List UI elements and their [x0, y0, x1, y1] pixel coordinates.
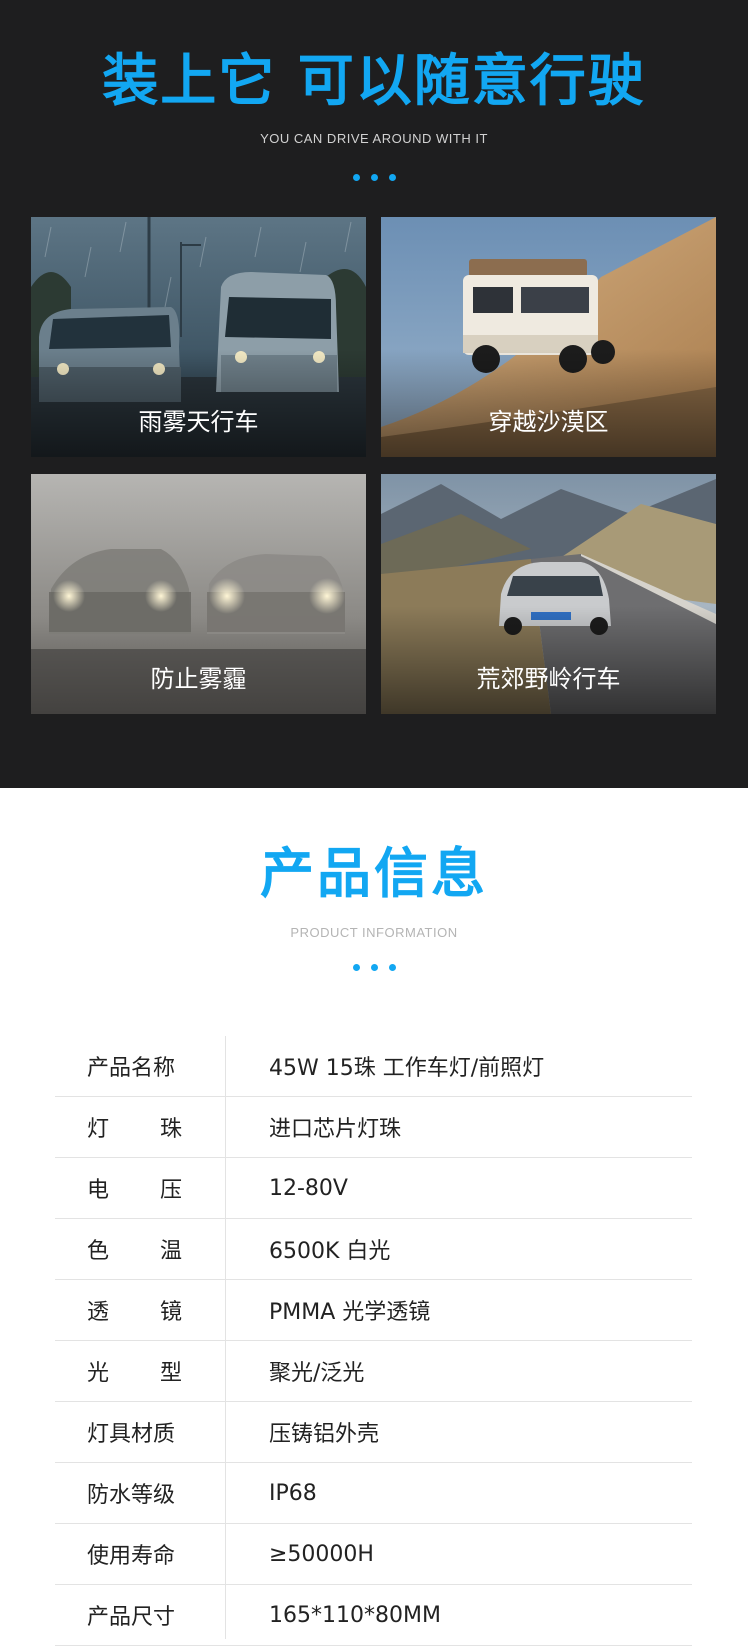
spec-key-text: 使用寿命	[87, 1544, 176, 1569]
scene-card-desert: 穿越沙漠区	[381, 217, 716, 457]
spec-key-char: 色	[87, 1239, 110, 1264]
spec-value: 进口芯片灯珠	[269, 1117, 402, 1142]
spec-row: 透镜 PMMA 光学透镜	[55, 1280, 692, 1341]
spec-key-char: 温	[159, 1239, 182, 1264]
spec-key-text: 产品名称	[87, 1056, 176, 1081]
spec-key-text: 产品尺寸	[87, 1605, 176, 1630]
spec-key-text: 灯具材质	[87, 1422, 176, 1447]
product-info-title: 产品信息	[260, 842, 488, 905]
spec-row: 色温 6500K 白光	[55, 1219, 692, 1280]
spec-key: 产品尺寸	[87, 1585, 182, 1645]
dot	[388, 964, 396, 971]
spec-key: 色温	[87, 1219, 182, 1279]
spec-value: 聚光/泛光	[269, 1361, 365, 1386]
product-info-subtitle: PRODUCT INFORMATION	[290, 925, 458, 940]
decorative-dots	[0, 964, 748, 971]
scene-label: 荒郊野岭行车	[476, 665, 621, 693]
spec-key-text: 防水等级	[87, 1483, 176, 1508]
scenarios-section: 装上它 可以随意行驶 YOU CAN DRIVE AROUND WITH IT	[0, 0, 748, 788]
spec-value: 6500K 白光	[269, 1239, 391, 1264]
dot	[352, 964, 360, 971]
spec-key: 灯珠	[87, 1097, 182, 1157]
spec-row: 产品尺寸 165*110*80MM	[55, 1585, 692, 1646]
spec-key: 电压	[87, 1158, 182, 1218]
dot	[370, 964, 378, 971]
dot	[370, 174, 378, 181]
decorative-dots	[0, 174, 748, 181]
spec-table: 产品名称 45W 15珠 工作车灯/前照灯 灯珠 进口芯片灯珠 电压 12-80…	[55, 1036, 692, 1646]
spec-row: 防水等级 IP68	[55, 1463, 692, 1524]
scene-card-mountain-road: 荒郊野岭行车	[381, 474, 716, 714]
spec-value: 45W 15珠 工作车灯/前照灯	[269, 1056, 545, 1081]
spec-row: 电压 12-80V	[55, 1158, 692, 1219]
spec-key-char: 灯	[87, 1117, 110, 1142]
spec-value: 12-80V	[269, 1175, 348, 1201]
spec-row: 光型 聚光/泛光	[55, 1341, 692, 1402]
spec-key-char: 光	[87, 1361, 110, 1386]
spec-key: 防水等级	[87, 1463, 182, 1523]
spec-key: 产品名称	[87, 1036, 182, 1096]
spec-key: 灯具材质	[87, 1402, 182, 1462]
spec-value: 压铸铝外壳	[269, 1422, 380, 1447]
spec-key-char: 型	[159, 1361, 182, 1386]
spec-key-char: 透	[87, 1300, 110, 1325]
spec-key-char: 镜	[159, 1300, 182, 1325]
scenarios-title: 装上它 可以随意行驶	[102, 49, 646, 114]
spec-row: 产品名称 45W 15珠 工作车灯/前照灯	[55, 1036, 692, 1097]
spec-key-char: 压	[159, 1178, 182, 1203]
spec-key: 使用寿命	[87, 1524, 182, 1584]
spec-key-char: 珠	[159, 1117, 182, 1142]
dot	[352, 174, 360, 181]
spec-value: PMMA 光学透镜	[269, 1300, 431, 1325]
scene-card-fog: 防止雾霾	[31, 474, 366, 714]
spec-key: 透镜	[87, 1280, 182, 1340]
spec-value: ≥50000H	[269, 1541, 374, 1567]
scene-card-rain: 雨雾天行车	[31, 217, 366, 457]
spec-value: IP68	[269, 1480, 317, 1506]
spec-key: 光型	[87, 1341, 182, 1401]
spec-row: 灯具材质 压铸铝外壳	[55, 1402, 692, 1463]
scenarios-subtitle: YOU CAN DRIVE AROUND WITH IT	[260, 131, 488, 146]
scene-label: 穿越沙漠区	[488, 408, 609, 436]
scene-label: 防止雾霾	[150, 665, 247, 693]
spec-key-char: 电	[87, 1178, 110, 1203]
spec-row: 灯珠 进口芯片灯珠	[55, 1097, 692, 1158]
scene-label: 雨雾天行车	[138, 408, 259, 436]
spec-row: 使用寿命 ≥50000H	[55, 1524, 692, 1585]
spec-value: 165*110*80MM	[269, 1602, 441, 1628]
dot	[388, 174, 396, 181]
